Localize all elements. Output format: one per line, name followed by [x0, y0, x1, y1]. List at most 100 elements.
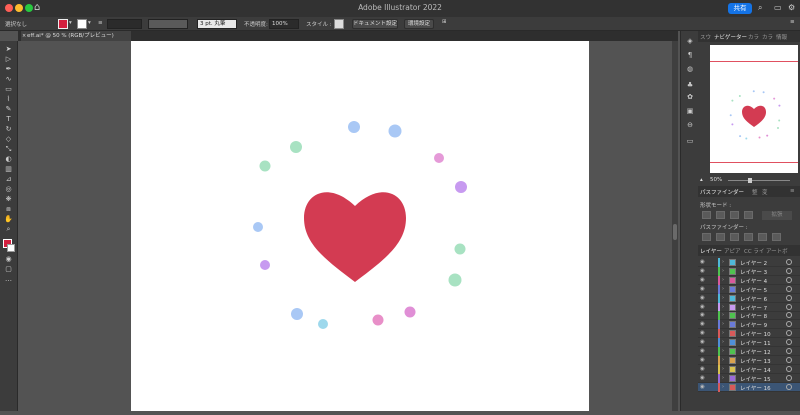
visibility-eye-icon[interactable]: ◉ — [700, 304, 705, 310]
tab-artboards[interactable]: アートボ — [766, 247, 788, 255]
close-icon[interactable]: × — [22, 31, 26, 41]
fill-swatch[interactable] — [58, 19, 68, 29]
opentype-panel-icon[interactable]: ◍ — [685, 65, 695, 74]
layer-row[interactable]: ◉ › レイヤー 16 — [698, 382, 800, 392]
chevron-right-icon[interactable]: › — [722, 268, 724, 274]
visibility-eye-icon[interactable]: ◉ — [700, 277, 705, 283]
visibility-eye-icon[interactable]: ◉ — [700, 384, 705, 390]
target-circle-icon[interactable] — [786, 267, 792, 274]
arrange-icon[interactable]: ⚙ — [788, 3, 795, 12]
tab-pathfinder[interactable]: パスファインダー — [700, 188, 744, 196]
visibility-eye-icon[interactable]: ◉ — [700, 321, 705, 327]
canvas-area[interactable] — [18, 41, 678, 411]
heart-shape[interactable] — [304, 192, 406, 282]
visibility-eye-icon[interactable]: ◉ — [700, 339, 705, 345]
target-circle-icon[interactable] — [786, 276, 792, 283]
chevron-right-icon[interactable]: › — [722, 304, 724, 310]
visibility-eye-icon[interactable]: ◉ — [700, 348, 705, 354]
curvature-tool-icon[interactable]: ∿ — [3, 75, 14, 84]
eyedropper-tool-icon[interactable]: ⊿ — [3, 175, 14, 184]
confetti-dot[interactable] — [455, 181, 467, 193]
expand-button[interactable]: 拡張 — [762, 211, 792, 220]
confetti-dot[interactable] — [388, 124, 402, 138]
comments-panel-icon[interactable]: ▭ — [685, 137, 695, 146]
search-icon[interactable]: ⌕ — [758, 3, 762, 13]
confetti-dot[interactable] — [290, 141, 302, 153]
layer-name[interactable]: レイヤー 8 — [740, 312, 767, 320]
symbol-sprayer-tool-icon[interactable]: ❋ — [3, 195, 14, 204]
confetti-dot[interactable] — [404, 306, 416, 318]
visibility-eye-icon[interactable]: ◉ — [700, 312, 705, 318]
target-circle-icon[interactable] — [786, 365, 792, 372]
layer-row[interactable]: ◉ › レイヤー 4 — [698, 275, 800, 285]
layer-name[interactable]: レイヤー 12 — [740, 348, 771, 356]
confetti-dot[interactable] — [259, 160, 271, 172]
preferences-button[interactable]: 環境設定 — [404, 19, 434, 29]
chevron-right-icon[interactable]: › — [722, 330, 724, 336]
target-circle-icon[interactable] — [786, 339, 792, 346]
chevron-right-icon[interactable]: › — [722, 339, 724, 345]
layer-name[interactable]: レイヤー 13 — [740, 357, 771, 365]
brushes-panel-icon[interactable]: ♣ — [685, 81, 695, 90]
intersect-button[interactable] — [730, 211, 739, 219]
target-circle-icon[interactable] — [786, 348, 792, 354]
tab-transform[interactable]: 変 — [762, 188, 768, 196]
chevron-right-icon[interactable]: › — [722, 375, 724, 381]
confetti-dot[interactable] — [318, 319, 328, 329]
layer-name[interactable]: レイヤー 9 — [740, 321, 767, 329]
chevron-right-icon[interactable]: › — [722, 259, 724, 265]
merge-button[interactable] — [730, 233, 739, 241]
layer-row[interactable]: ◉ › レイヤー 13 — [698, 355, 800, 365]
minus-front-button[interactable] — [716, 211, 725, 219]
chevron-right-icon[interactable]: › — [722, 295, 724, 301]
crop-button[interactable] — [744, 233, 753, 241]
direct-selection-tool-icon[interactable]: ▷ — [3, 55, 14, 64]
panel-menu-icon[interactable]: ≡ — [790, 188, 795, 194]
confetti-dot[interactable] — [448, 273, 462, 287]
shape-builder-tool-icon[interactable]: ◐ — [3, 155, 14, 164]
color-panel-icon[interactable]: ◈ — [685, 37, 695, 46]
hand-tool-icon[interactable]: ✋ — [3, 215, 14, 224]
layer-row[interactable]: ◉ › レイヤー 5 — [698, 284, 800, 294]
chevron-right-icon[interactable]: › — [722, 312, 724, 318]
paintbrush-tool-icon[interactable]: ⌇ — [3, 95, 14, 104]
target-circle-icon[interactable] — [786, 285, 792, 292]
zoom-value[interactable]: 50% — [710, 177, 722, 183]
artboard-tool-icon[interactable]: ⧈ — [3, 205, 14, 214]
workspace-icon[interactable]: ▭ — [774, 3, 782, 12]
zoom-out-icon[interactable]: ▴ — [700, 177, 703, 183]
tab-cc-libraries[interactable]: CC ライ — [744, 247, 764, 255]
layer-name[interactable]: レイヤー 3 — [740, 268, 767, 276]
trim-button[interactable] — [716, 233, 725, 241]
layer-row[interactable]: ◉ › レイヤー 12 — [698, 347, 800, 356]
visibility-eye-icon[interactable]: ◉ — [700, 295, 705, 301]
target-circle-icon[interactable] — [786, 303, 792, 310]
layer-row[interactable]: ◉ › レイヤー 11 — [698, 338, 800, 348]
layer-name[interactable]: レイヤー 2 — [740, 259, 767, 267]
eraser-tool-icon[interactable]: ◇ — [3, 135, 14, 144]
layer-name[interactable]: レイヤー 10 — [740, 330, 771, 338]
chevron-right-icon[interactable]: › — [722, 286, 724, 292]
layer-name[interactable]: レイヤー 6 — [740, 295, 767, 303]
unite-button[interactable] — [702, 211, 711, 219]
links-panel-icon[interactable]: ⊖ — [685, 121, 695, 130]
zoom-slider[interactable] — [728, 180, 790, 181]
target-circle-icon[interactable] — [786, 294, 792, 301]
chevron-right-icon[interactable]: › — [722, 277, 724, 283]
tab-appearance[interactable]: アピア — [724, 247, 741, 255]
stroke-weight-field[interactable] — [107, 19, 142, 29]
type-tool-icon[interactable]: T — [3, 115, 14, 124]
layer-name[interactable]: レイヤー 4 — [740, 277, 767, 285]
scrollbar-thumb[interactable] — [673, 224, 677, 240]
share-button[interactable]: 共有 — [728, 3, 752, 14]
paragraph-panel-icon[interactable]: ¶ — [685, 51, 695, 60]
chevron-right-icon[interactable]: › — [722, 321, 724, 327]
brush-definition-field[interactable]: 3 pt. 丸筆 — [197, 19, 237, 29]
symbols-panel-icon[interactable]: ✿ — [685, 93, 695, 102]
panel-menu-icon[interactable]: ≡ — [790, 19, 795, 25]
artboard[interactable] — [131, 41, 589, 411]
align-icon[interactable]: ⊞ — [442, 19, 447, 25]
visibility-eye-icon[interactable]: ◉ — [700, 357, 705, 363]
layer-row[interactable]: ◉ › レイヤー 6 — [698, 293, 800, 303]
tab-color[interactable]: カラ — [748, 33, 759, 41]
